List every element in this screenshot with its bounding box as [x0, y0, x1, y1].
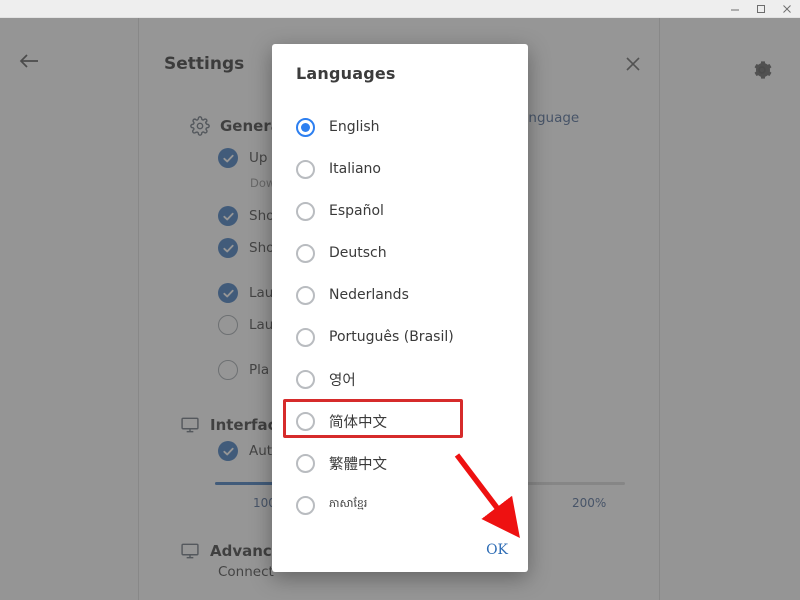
radio-unselected-icon[interactable] [296, 453, 315, 473]
radio-unselected-icon[interactable] [296, 411, 315, 431]
window-titlebar [0, 0, 800, 18]
radio-unselected-icon[interactable] [296, 285, 315, 305]
languages-dialog: Languages English Italiano Español Deutsch N… [272, 44, 528, 572]
radio-selected-icon[interactable] [296, 117, 315, 137]
language-label: Português (Brasil) [329, 329, 454, 345]
language-label: 繁體中文 [329, 456, 387, 473]
app-root: Settings Genera Up Dow Sho [0, 0, 800, 600]
language-label: Deutsch [329, 245, 387, 261]
language-label: 简体中文 [329, 414, 387, 431]
language-option-3[interactable]: Deutsch [272, 232, 528, 274]
ok-button[interactable]: OK [486, 542, 508, 558]
language-option-list: English Italiano Español Deutsch Nederlands P… [272, 106, 528, 526]
radio-unselected-icon[interactable] [296, 159, 315, 179]
minimize-icon[interactable] [722, 0, 748, 18]
close-icon[interactable] [774, 0, 800, 18]
radio-unselected-icon[interactable] [296, 495, 315, 515]
radio-unselected-icon[interactable] [296, 201, 315, 221]
language-label: ភាសាខ្មែរ [329, 497, 368, 510]
language-label: Nederlands [329, 287, 409, 303]
language-option-8[interactable]: 繁體中文 [272, 442, 528, 484]
language-option-1[interactable]: Italiano [272, 148, 528, 190]
language-option-7[interactable]: 简体中文 [272, 400, 528, 442]
language-label: English [329, 119, 380, 135]
language-option-0[interactable]: English [272, 106, 528, 148]
radio-unselected-icon[interactable] [296, 327, 315, 347]
dialog-title: Languages [296, 64, 396, 83]
radio-dot [301, 122, 310, 132]
language-option-9[interactable]: ភាសាខ្មែរ [272, 484, 528, 526]
language-option-5[interactable]: Português (Brasil) [272, 316, 528, 358]
radio-unselected-icon[interactable] [296, 369, 315, 389]
language-label: 영어 [329, 372, 356, 389]
language-option-2[interactable]: Español [272, 190, 528, 232]
language-label: Italiano [329, 161, 381, 177]
language-label: Español [329, 203, 384, 219]
maximize-icon[interactable] [748, 0, 774, 18]
radio-unselected-icon[interactable] [296, 243, 315, 263]
language-option-6[interactable]: 영어 [272, 358, 528, 400]
language-option-4[interactable]: Nederlands [272, 274, 528, 316]
